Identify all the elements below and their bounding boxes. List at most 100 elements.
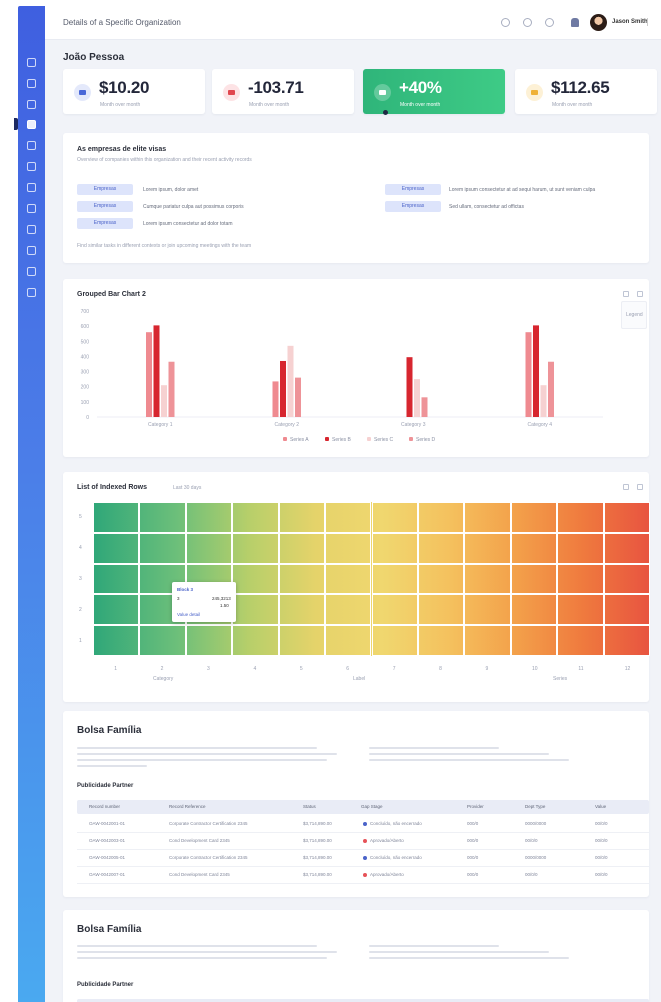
heatmap-cell[interactable]	[464, 532, 511, 564]
heatmap-cell[interactable]	[232, 594, 279, 626]
heatmap-cell[interactable]	[371, 532, 418, 564]
heatmap-cell[interactable]	[232, 532, 279, 564]
heatmap-cell[interactable]	[557, 625, 604, 656]
column-header[interactable]: Provider	[467, 804, 484, 809]
grid-icon[interactable]	[523, 18, 532, 27]
heatmap-cell[interactable]	[93, 502, 140, 533]
heatmap-cell[interactable]	[371, 594, 418, 626]
heatmap-cell[interactable]	[557, 563, 604, 595]
home-icon[interactable]	[27, 58, 36, 67]
column-header[interactable]: Status	[303, 804, 316, 809]
users-icon[interactable]	[27, 183, 36, 192]
bar	[540, 385, 547, 417]
kpi-card-4[interactable]: $112.65 Month over month	[515, 69, 657, 114]
heatmap-cell[interactable]	[278, 502, 326, 533]
heatmap-cell[interactable]	[232, 502, 279, 533]
heatmap-cell[interactable]	[139, 625, 186, 656]
search-icon[interactable]	[501, 18, 510, 27]
heatmap-cell[interactable]	[93, 594, 140, 626]
heatmap-cell[interactable]	[185, 532, 233, 564]
column-header[interactable]: Dept Type	[525, 804, 545, 809]
heatmap-cell[interactable]	[185, 502, 233, 533]
folder-icon[interactable]	[27, 225, 36, 234]
calendar-icon[interactable]	[27, 141, 36, 150]
heatmap-cell[interactable]	[417, 625, 465, 656]
heatmap-cell[interactable]	[510, 502, 558, 533]
heatmap-cell[interactable]	[278, 532, 326, 564]
settings-icon[interactable]	[27, 267, 36, 276]
heatmap-cell[interactable]	[557, 594, 604, 626]
mail-icon[interactable]	[27, 162, 36, 171]
heatmap-cell[interactable]	[232, 625, 279, 656]
user-name[interactable]: Jason Smith	[612, 19, 648, 25]
heatmap-cell[interactable]	[464, 594, 511, 626]
heatmap-cell[interactable]	[325, 532, 372, 564]
heatmap-cell[interactable]	[325, 594, 372, 626]
heatmap-cell[interactable]	[417, 532, 465, 564]
heatmap-cell[interactable]	[557, 502, 604, 533]
heatmap-cell[interactable]	[417, 502, 465, 533]
heatmap-cell[interactable]	[603, 532, 650, 564]
kpi-value: +40%	[399, 78, 442, 97]
company-chip[interactable]: Empresas	[385, 184, 441, 195]
heatmap-cell[interactable]	[464, 563, 511, 595]
heatmap-cell[interactable]	[557, 532, 604, 564]
y-tick-label: 400	[81, 354, 90, 360]
kpi-card-2[interactable]: -103.71 Month over month	[212, 69, 354, 114]
heatmap-cell[interactable]	[417, 594, 465, 626]
heatmap-cell[interactable]	[93, 563, 140, 595]
heatmap-cell[interactable]	[325, 625, 372, 656]
bell-icon[interactable]	[27, 246, 36, 255]
organization-icon[interactable]	[27, 120, 36, 129]
notification-bell-icon[interactable]	[571, 18, 579, 27]
user-avatar[interactable]	[590, 14, 607, 31]
chart-icon[interactable]	[27, 100, 36, 109]
heatmap-cell[interactable]	[510, 532, 558, 564]
column-header[interactable]: Gap Stage	[361, 804, 383, 809]
expand-icon[interactable]	[637, 484, 643, 490]
heatmap-cell[interactable]	[278, 594, 326, 626]
heatmap-cell[interactable]	[139, 502, 186, 533]
text-line	[77, 759, 327, 761]
heatmap-cell[interactable]	[417, 563, 465, 595]
heatmap-cell[interactable]	[603, 625, 650, 656]
heatmap-cell[interactable]	[603, 563, 650, 595]
help-icon[interactable]	[27, 288, 36, 297]
heatmap-cell[interactable]	[185, 625, 233, 656]
file-icon[interactable]	[27, 204, 36, 213]
text-line	[77, 747, 317, 749]
heatmap-cell[interactable]	[278, 563, 326, 595]
company-chip[interactable]: Empresas	[385, 201, 441, 212]
heatmap-cell[interactable]	[371, 563, 418, 595]
heatmap-cell[interactable]	[139, 532, 186, 564]
heatmap-cell[interactable]	[464, 625, 511, 656]
edit-icon[interactable]	[623, 484, 629, 490]
company-chip[interactable]: Empresas	[77, 218, 133, 229]
kpi-card-3[interactable]: +40% Month over month	[363, 69, 505, 114]
heatmap-cell[interactable]	[278, 625, 326, 656]
column-header[interactable]: Record number	[89, 804, 120, 809]
heatmap-cell[interactable]	[510, 625, 558, 656]
company-chip[interactable]: Empresas	[77, 201, 133, 212]
column-header[interactable]: Value	[595, 804, 606, 809]
column-header[interactable]: Record Reference	[169, 804, 206, 809]
company-chip[interactable]: Empresas	[77, 184, 133, 195]
heatmap-cell[interactable]	[603, 502, 650, 533]
kpi-card-1[interactable]: $10.20 Month over month	[63, 69, 205, 114]
fullscreen-icon[interactable]	[545, 18, 554, 27]
company-text: Lorem ipsum, dolor amet	[143, 187, 199, 193]
heatmap-cell[interactable]	[371, 625, 418, 656]
heatmap-cell[interactable]	[371, 502, 418, 533]
text-line	[369, 951, 549, 953]
heatmap-cell[interactable]	[603, 594, 650, 626]
heatmap-cell[interactable]	[325, 563, 372, 595]
heatmap-cell[interactable]	[232, 563, 279, 595]
heatmap-cell[interactable]	[93, 532, 140, 564]
heatmap-cell[interactable]	[325, 502, 372, 533]
dashboard-icon[interactable]	[27, 79, 36, 88]
heatmap-cell[interactable]	[464, 502, 511, 533]
heatmap-cell[interactable]	[510, 563, 558, 595]
heatmap-cell[interactable]	[510, 594, 558, 626]
bar	[280, 360, 286, 417]
heatmap-cell[interactable]	[93, 625, 140, 656]
